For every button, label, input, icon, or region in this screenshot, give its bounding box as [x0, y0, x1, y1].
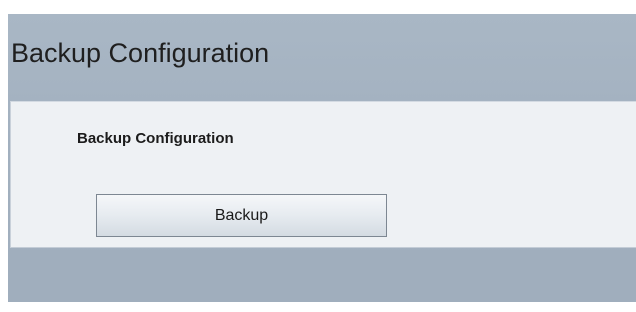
backup-button[interactable]: Backup — [96, 194, 387, 237]
section-title: Backup Configuration — [77, 130, 234, 147]
app-window: Backup Configuration Backup Configuratio… — [8, 14, 636, 302]
page-title: Backup Configuration — [11, 38, 270, 68]
bottom-area — [8, 250, 636, 302]
backup-configuration-panel: Backup Configuration Backup — [10, 101, 636, 248]
